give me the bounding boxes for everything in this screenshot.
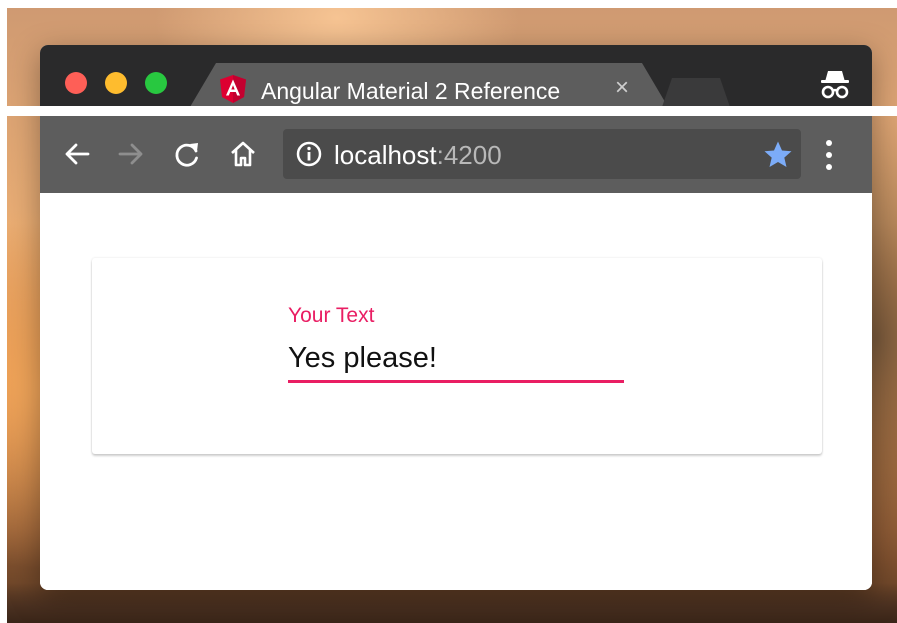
your-text-input[interactable]: [288, 338, 624, 378]
browser-window: Angular Material 2 Reference × localhost…: [40, 45, 872, 590]
screenshot-seam: [0, 106, 897, 116]
info-icon[interactable]: [296, 141, 322, 167]
tab-active[interactable]: Angular Material 2 Reference ×: [190, 63, 668, 107]
title-bar: Angular Material 2 Reference ×: [40, 45, 872, 107]
incognito-icon: [821, 71, 849, 99]
url-host: localhost: [334, 140, 437, 170]
url-text: localhost:4200: [334, 140, 502, 171]
url-port: :4200: [436, 140, 502, 170]
field-underline: [288, 380, 624, 383]
page-content: Your Text: [40, 193, 872, 590]
reload-icon[interactable]: [171, 138, 203, 170]
text-form-field: Your Text: [288, 304, 624, 388]
minimize-window-button[interactable]: [105, 72, 127, 94]
tab-close-button[interactable]: ×: [615, 75, 629, 101]
home-icon[interactable]: [227, 138, 259, 170]
field-label: Your Text: [288, 304, 375, 327]
back-arrow-icon[interactable]: [61, 138, 93, 170]
more-vertical-icon[interactable]: [822, 138, 836, 172]
browser-toolbar: localhost:4200: [40, 116, 872, 193]
form-card: Your Text: [92, 258, 822, 454]
tab-title: Angular Material 2 Reference: [261, 78, 561, 104]
zoom-window-button[interactable]: [145, 72, 167, 94]
forward-arrow-icon[interactable]: [115, 138, 147, 170]
address-bar[interactable]: localhost:4200: [283, 129, 801, 179]
close-window-button[interactable]: [65, 72, 87, 94]
angular-logo-icon: [220, 75, 246, 103]
new-tab-button[interactable]: [662, 78, 730, 107]
star-icon[interactable]: [763, 140, 793, 170]
